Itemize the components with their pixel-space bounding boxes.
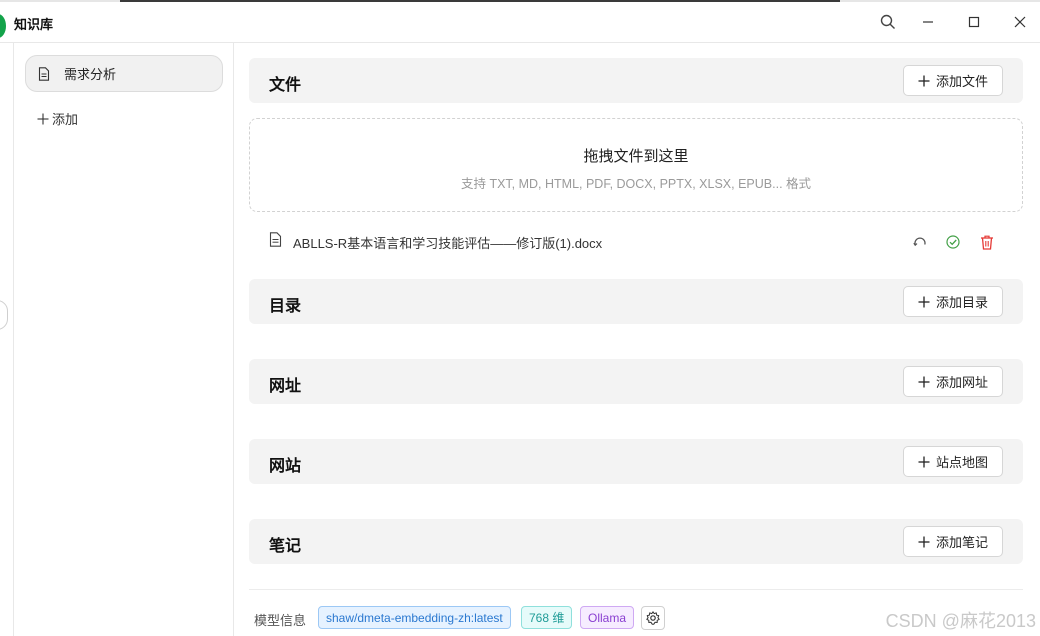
close-icon[interactable] bbox=[1006, 8, 1034, 36]
model-name-tag: shaw/dmeta-embedding-zh:latest bbox=[318, 606, 511, 629]
dimensions-tag: 768 维 bbox=[521, 606, 573, 629]
add-directory-button[interactable]: 添加目录 bbox=[902, 286, 1003, 317]
sidebar-item-requirements[interactable]: 需求分析 bbox=[25, 55, 223, 92]
urls-section-header: 网址 添加网址 bbox=[249, 359, 1023, 404]
refresh-icon[interactable] bbox=[911, 233, 929, 251]
app-logo-icon bbox=[0, 14, 6, 38]
sidebar: 需求分析 添加 bbox=[15, 43, 234, 636]
website-section-header: 网站 站点地图 bbox=[249, 439, 1023, 484]
maximize-icon[interactable] bbox=[960, 8, 988, 36]
plus-icon bbox=[918, 296, 930, 307]
plus-icon bbox=[918, 536, 930, 547]
check-circle-icon bbox=[944, 233, 962, 251]
dropzone-title: 拖拽文件到这里 bbox=[583, 148, 689, 165]
section-title: 文件 bbox=[269, 77, 302, 94]
minimize-icon[interactable] bbox=[914, 8, 942, 36]
delete-icon[interactable] bbox=[978, 233, 996, 251]
plus-icon bbox=[37, 113, 49, 124]
section-title: 笔记 bbox=[269, 538, 302, 555]
watermark: CSDN @麻花2013 bbox=[885, 611, 1036, 631]
notes-section-header: 笔记 添加笔记 bbox=[249, 519, 1023, 564]
model-info-label: 模型信息 bbox=[254, 613, 307, 628]
directory-section-header: 目录 添加目录 bbox=[249, 279, 1023, 324]
sitemap-button[interactable]: 站点地图 bbox=[902, 446, 1003, 477]
title-bar: 知识库 bbox=[0, 2, 1040, 43]
sidebar-item-label: 需求分析 bbox=[64, 67, 117, 82]
add-url-button[interactable]: 添加网址 bbox=[902, 366, 1003, 397]
left-rail bbox=[0, 43, 14, 636]
plus-icon bbox=[918, 376, 930, 387]
add-note-button[interactable]: 添加笔记 bbox=[902, 526, 1003, 557]
window-title: 知识库 bbox=[14, 17, 54, 32]
files-section-header: 文件 添加文件 bbox=[249, 58, 1023, 103]
file-dropzone[interactable]: 拖拽文件到这里 支持 TXT, MD, HTML, PDF, DOCX, PPT… bbox=[249, 118, 1023, 212]
section-title: 网站 bbox=[269, 458, 302, 475]
add-knowledge-base-button[interactable]: 添加 bbox=[37, 109, 78, 128]
plus-icon bbox=[918, 75, 930, 86]
gear-icon[interactable] bbox=[641, 606, 665, 630]
plus-icon bbox=[918, 456, 930, 467]
main-content: 文件 添加文件 拖拽文件到这里 支持 TXT, MD, HTML, PDF, D… bbox=[235, 43, 1040, 636]
section-title: 网址 bbox=[269, 378, 302, 395]
file-icon bbox=[38, 66, 50, 81]
dropzone-subtitle: 支持 TXT, MD, HTML, PDF, DOCX, PPTX, XLSX,… bbox=[460, 177, 812, 191]
collapse-handle[interactable] bbox=[0, 300, 8, 330]
file-icon bbox=[269, 232, 282, 247]
file-list-item: ABLLS-R基本语言和学习技能评估——修订版(1).docx bbox=[249, 225, 1023, 259]
provider-tag: Ollama bbox=[580, 606, 635, 629]
search-icon[interactable] bbox=[874, 8, 902, 36]
add-file-button[interactable]: 添加文件 bbox=[902, 65, 1003, 96]
file-name: ABLLS-R基本语言和学习技能评估——修订版(1).docx bbox=[293, 236, 603, 251]
section-title: 目录 bbox=[269, 298, 302, 315]
